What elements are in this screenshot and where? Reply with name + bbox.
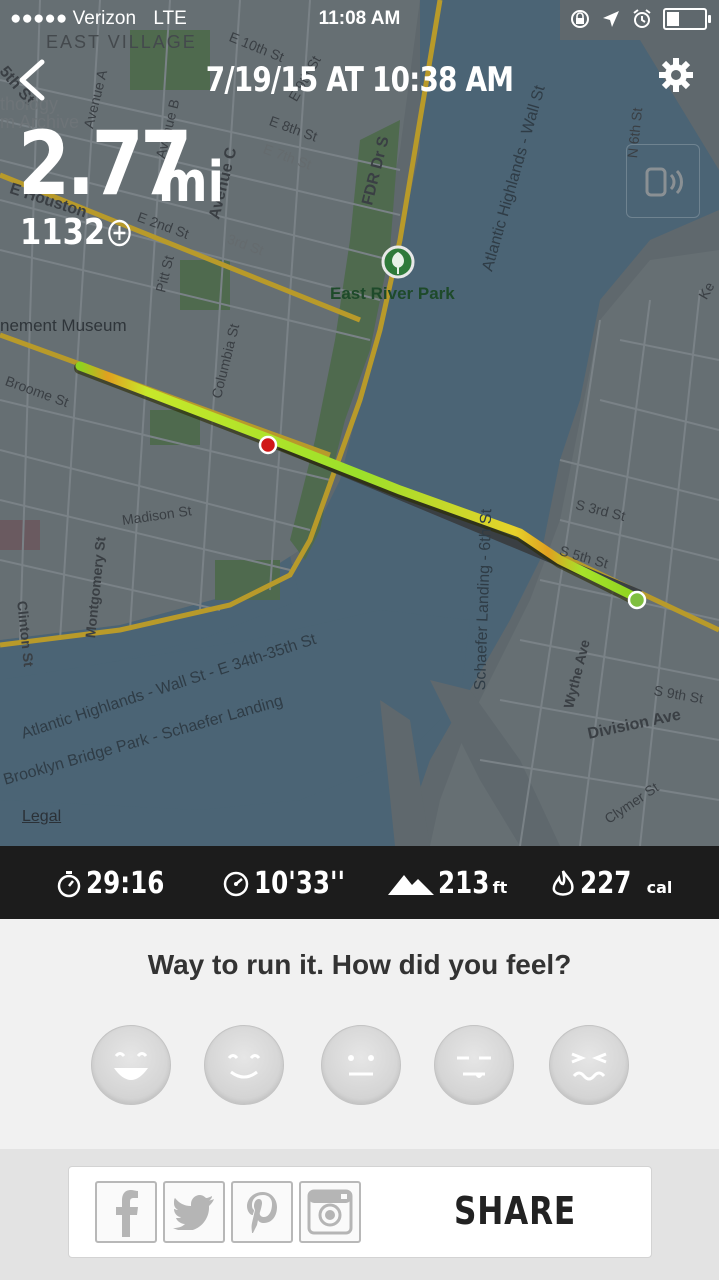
duration-value: 29:16 bbox=[86, 866, 165, 901]
smiling-face-icon bbox=[227, 1054, 261, 1079]
twitter-share-button[interactable] bbox=[163, 1181, 225, 1243]
feel-section: Way to run it. How did you feel? bbox=[0, 919, 719, 1149]
run-date: 7/19/15 AT 10:38 AM bbox=[205, 60, 514, 100]
status-bar: ●●●●● Verizon LTE 11:08 AM bbox=[0, 0, 719, 40]
pace-stat: 10'33'' bbox=[222, 866, 365, 901]
facebook-icon bbox=[116, 1190, 138, 1237]
twitter-icon bbox=[173, 1195, 214, 1230]
distance-display: 2.77 mi bbox=[18, 112, 224, 215]
pace-value: 10'33'' bbox=[254, 866, 346, 901]
battery-icon bbox=[663, 8, 711, 30]
instagram-share-button[interactable] bbox=[299, 1181, 361, 1243]
feel-question: Way to run it. How did you feel? bbox=[147, 949, 572, 980]
calories-stat: 227 cal bbox=[550, 866, 672, 901]
feel-awful-button[interactable] bbox=[549, 1025, 629, 1105]
status-icons bbox=[569, 8, 711, 30]
alarm-icon bbox=[633, 9, 651, 28]
audio-button[interactable] bbox=[626, 144, 700, 218]
settings-gear-icon[interactable] bbox=[659, 58, 693, 92]
back-chevron-left-icon[interactable] bbox=[14, 58, 50, 102]
instagram-icon bbox=[307, 1189, 353, 1235]
share-box[interactable]: SHARE bbox=[68, 1166, 652, 1258]
unamused-face-icon bbox=[457, 1056, 491, 1078]
legal-link[interactable]: Legal bbox=[22, 808, 61, 826]
map-label-tenement-museum: nement Museum bbox=[0, 316, 127, 335]
pinterest-icon bbox=[247, 1192, 277, 1233]
calories-value: 227 bbox=[580, 866, 632, 901]
stopwatch-icon bbox=[57, 870, 81, 897]
mountain-icon bbox=[388, 874, 434, 895]
pinterest-share-button[interactable] bbox=[231, 1181, 293, 1243]
elevation-value: 213 bbox=[438, 866, 490, 901]
share-button[interactable]: SHARE bbox=[454, 1189, 576, 1233]
elevation-stat: 213 ft bbox=[388, 866, 507, 901]
duration-stat: 29:16 bbox=[56, 866, 182, 901]
location-icon bbox=[603, 11, 619, 27]
laughing-face-icon bbox=[114, 1052, 148, 1080]
facebook-share-button[interactable] bbox=[95, 1181, 157, 1243]
neutral-face-icon bbox=[348, 1055, 374, 1076]
feel-good-button[interactable] bbox=[204, 1025, 284, 1105]
feel-meh-button[interactable] bbox=[434, 1025, 514, 1105]
rotation-lock-icon bbox=[571, 10, 589, 28]
route-marker-red bbox=[258, 435, 278, 455]
fuel-display[interactable]: 1132 bbox=[20, 212, 132, 253]
distance-unit: mi bbox=[158, 150, 224, 215]
map-label-east-river-park: East River Park bbox=[330, 284, 455, 303]
stats-bar: 29:16 10'33'' 213 ft 227 cal bbox=[0, 846, 719, 919]
fuel-value: 1132 bbox=[20, 212, 106, 253]
route-end-marker bbox=[627, 590, 647, 610]
calories-unit: cal bbox=[646, 878, 673, 897]
feel-ok-button[interactable] bbox=[321, 1025, 401, 1105]
tired-face-icon bbox=[571, 1052, 607, 1081]
feel-amazing-button[interactable] bbox=[91, 1025, 171, 1105]
elevation-unit: ft bbox=[492, 878, 508, 897]
share-bar: SHARE bbox=[0, 1149, 719, 1280]
speaker-icon bbox=[645, 167, 683, 197]
speedometer-icon bbox=[223, 871, 249, 896]
plus-circle-icon bbox=[108, 219, 131, 246]
flame-icon bbox=[552, 869, 574, 896]
